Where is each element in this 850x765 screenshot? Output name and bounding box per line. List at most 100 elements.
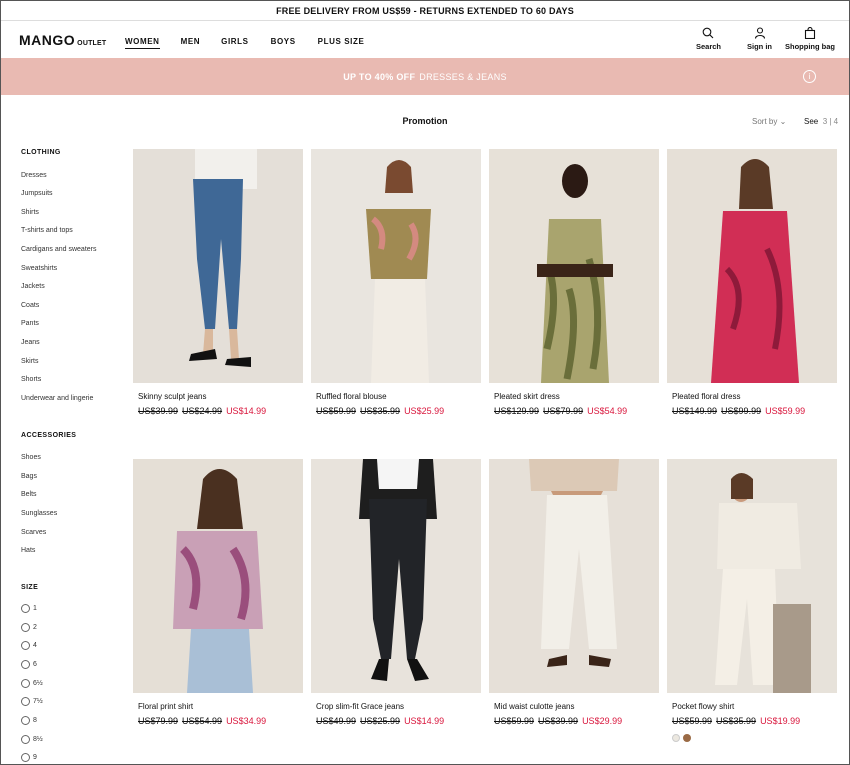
product-card[interactable]: Floral print shirt US$79.99 US$54.99 US$34… <box>133 459 303 726</box>
product-image[interactable] <box>133 459 303 693</box>
size-label: 2 <box>33 624 37 631</box>
sale-price: US$54.99 <box>587 406 628 416</box>
nav-plus-size[interactable]: PLUS SIZE <box>318 37 365 49</box>
size-option[interactable]: 8½ <box>21 735 43 744</box>
category-shirts[interactable]: Shirts <box>21 209 39 216</box>
size-option[interactable]: 6½ <box>21 679 43 688</box>
product-card[interactable]: Skinny sculpt jeans US$39.99 US$24.99 US$1… <box>133 149 303 416</box>
size-option[interactable]: 2 <box>21 623 37 632</box>
category-skirts[interactable]: Skirts <box>21 358 39 365</box>
product-name[interactable]: Pocket flowy shirt <box>672 702 734 711</box>
category-cardigans[interactable]: Cardigans and sweaters <box>21 246 97 253</box>
category-pants[interactable]: Pants <box>21 320 39 327</box>
product-name[interactable]: Mid waist culotte jeans <box>494 702 574 711</box>
nav-men[interactable]: MEN <box>181 37 201 49</box>
product-prices: US$59.99 US$35.99 US$19.99 <box>672 716 800 726</box>
product-name[interactable]: Pleated skirt dress <box>494 392 560 401</box>
shopping-bag-button[interactable]: Shopping bag <box>785 27 835 51</box>
search-button[interactable]: Search <box>696 27 721 51</box>
nav-women[interactable]: WOMEN <box>125 37 160 49</box>
product-card[interactable]: Ruffled floral blouse US$59.99 US$35.99 US… <box>311 149 481 416</box>
size-option[interactable]: 1 <box>21 604 37 613</box>
size-option[interactable]: 7½ <box>21 697 43 706</box>
original-price: US$39.99 <box>138 406 179 416</box>
sign-in-button[interactable]: Sign in <box>747 27 772 51</box>
previous-price: US$99.99 <box>721 406 762 416</box>
nav-boys[interactable]: BOYS <box>271 37 296 49</box>
color-swatch[interactable] <box>683 734 691 742</box>
sale-price: US$59.99 <box>765 406 806 416</box>
sale-price: US$14.99 <box>226 406 267 416</box>
product-name[interactable]: Crop slim-fit Grace jeans <box>316 702 404 711</box>
original-price: US$149.99 <box>672 406 718 416</box>
radio-circle <box>21 604 30 613</box>
page-title: Promotion <box>402 116 448 126</box>
previous-price: US$24.99 <box>182 406 223 416</box>
size-heading: SIZE <box>21 584 39 591</box>
category-sunglasses[interactable]: Sunglasses <box>21 510 57 517</box>
promo-highlight: UP TO 40% OFF <box>343 71 416 82</box>
product-prices: US$79.99 US$54.99 US$34.99 <box>138 716 266 726</box>
category-hats[interactable]: Hats <box>21 547 35 554</box>
nav-girls[interactable]: GIRLS <box>221 37 248 49</box>
radio-circle <box>21 679 30 688</box>
product-image[interactable] <box>667 459 837 693</box>
model-photo <box>366 160 431 383</box>
product-image[interactable] <box>133 149 303 383</box>
category-jeans[interactable]: Jeans <box>21 339 40 346</box>
size-option[interactable]: 8 <box>21 716 37 725</box>
category-dresses[interactable]: Dresses <box>21 172 47 179</box>
sale-price: US$19.99 <box>760 716 801 726</box>
category-underwear[interactable]: Underwear and lingerie <box>21 395 93 402</box>
delivery-banner: FREE DELIVERY FROM US$59 - RETURNS EXTEN… <box>1 1 849 21</box>
product-image[interactable] <box>311 149 481 383</box>
previous-price: US$35.99 <box>716 716 757 726</box>
category-sweatshirts[interactable]: Sweatshirts <box>21 265 57 272</box>
size-option[interactable]: 4 <box>21 641 37 650</box>
size-option[interactable]: 6 <box>21 660 37 669</box>
brand-logo[interactable]: MANGO OUTLET <box>19 32 106 48</box>
sort-by-dropdown[interactable]: Sort by ⌄ <box>752 117 786 126</box>
product-card[interactable]: Crop slim-fit Grace jeans US$49.99 US$25.… <box>311 459 481 726</box>
category-coats[interactable]: Coats <box>21 302 39 309</box>
product-name[interactable]: Floral print shirt <box>138 702 193 711</box>
size-option[interactable]: 9 <box>21 753 37 762</box>
radio-circle <box>21 623 30 632</box>
search-icon <box>703 27 714 39</box>
product-prices: US$49.99 US$25.99 US$14.99 <box>316 716 444 726</box>
category-belts[interactable]: Belts <box>21 491 37 498</box>
header-actions: Search Sign in Shopping bag <box>696 27 835 51</box>
size-label: 6 <box>33 661 37 668</box>
info-icon[interactable]: i <box>803 70 816 83</box>
previous-price: US$54.99 <box>182 716 223 726</box>
product-image[interactable] <box>489 149 659 383</box>
product-image[interactable] <box>311 459 481 693</box>
product-card[interactable]: Pocket flowy shirt US$59.99 US$35.99 US$19… <box>667 459 837 742</box>
previous-price: US$35.99 <box>360 406 401 416</box>
product-image[interactable] <box>489 459 659 693</box>
product-card[interactable]: Pleated skirt dress US$129.99 US$79.99 US$… <box>489 149 659 416</box>
sort-by-label: Sort by <box>752 117 778 126</box>
product-name[interactable]: Ruffled floral blouse <box>316 392 387 401</box>
category-shoes[interactable]: Shoes <box>21 454 41 461</box>
product-image[interactable] <box>667 149 837 383</box>
category-jumpsuits[interactable]: Jumpsuits <box>21 190 53 197</box>
grid-options[interactable]: 3 | 4 <box>823 117 838 126</box>
category-jackets[interactable]: Jackets <box>21 283 45 290</box>
product-card[interactable]: Pleated floral dress US$149.99 US$99.99 US… <box>667 149 837 416</box>
product-card[interactable]: Mid waist culotte jeans US$59.99 US$39.99… <box>489 459 659 726</box>
previous-price: US$25.99 <box>360 716 401 726</box>
category-shorts[interactable]: Shorts <box>21 376 41 383</box>
shopping-bag-icon <box>804 27 816 39</box>
radio-circle <box>21 641 30 650</box>
category-bags[interactable]: Bags <box>21 473 37 480</box>
product-name[interactable]: Skinny sculpt jeans <box>138 392 206 401</box>
product-name[interactable]: Pleated floral dress <box>672 392 740 401</box>
grid-view-toggle[interactable]: See 3 | 4 <box>804 117 838 126</box>
color-swatch[interactable] <box>672 734 680 742</box>
category-tshirts[interactable]: T-shirts and tops <box>21 227 73 234</box>
category-scarves[interactable]: Scarves <box>21 529 46 536</box>
model-photo <box>529 459 619 667</box>
search-label: Search <box>695 42 721 51</box>
promo-banner[interactable]: UP TO 40% OFF DRESSES & JEANS i <box>1 58 849 95</box>
